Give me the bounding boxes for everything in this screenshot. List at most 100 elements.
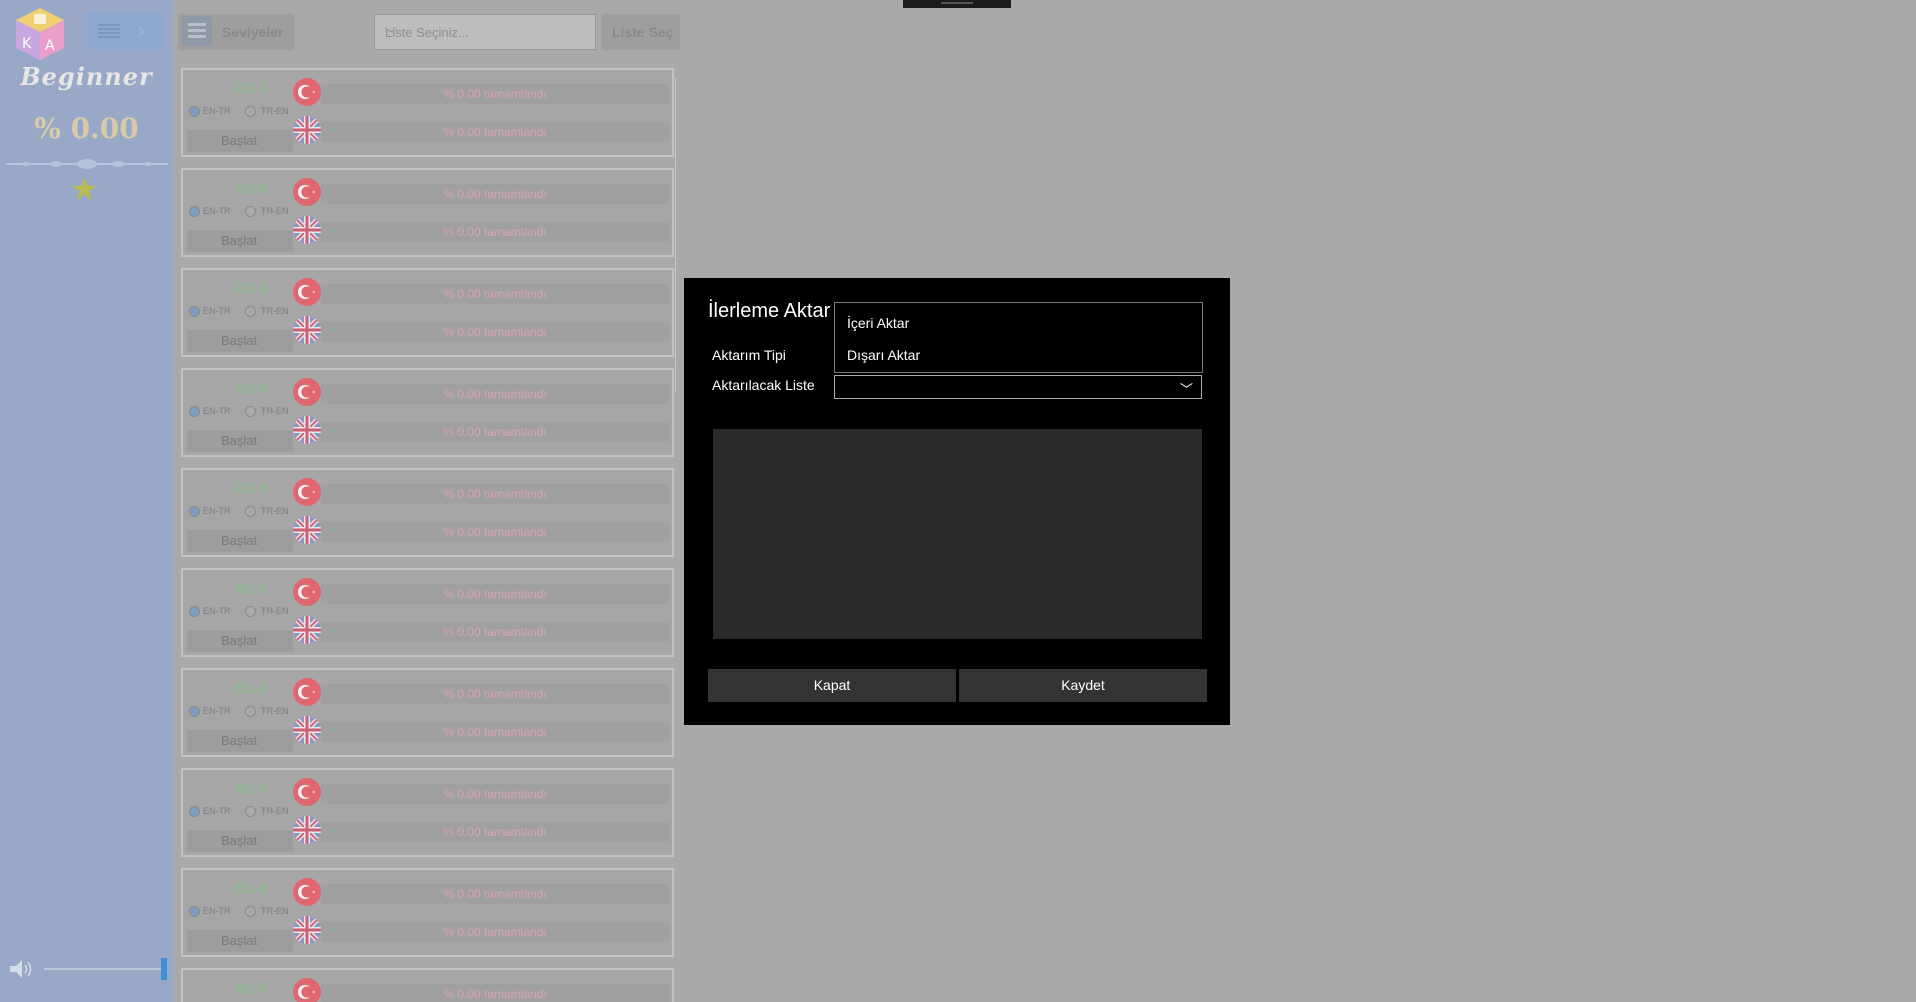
turkish-progress-flag	[293, 78, 321, 106]
radio-tr-en[interactable]	[245, 806, 256, 817]
volume-slider-thumb[interactable]	[161, 958, 167, 980]
list-view-toggle-button[interactable]: ›	[86, 12, 164, 50]
list-select-dropdown[interactable]: Liste Seçiniz... ﹀	[374, 14, 596, 50]
chevron-down-icon: ﹀	[1179, 382, 1193, 397]
radio-en-tr[interactable]	[189, 306, 200, 317]
english-progress-text: % 0.00 tamamlandı	[443, 225, 547, 239]
close-button[interactable]: Kapat	[708, 669, 956, 702]
start-button[interactable]: Başlat	[187, 730, 293, 752]
radio-en-tr-label: EN-TR	[203, 606, 231, 616]
level-title: Beginner	[20, 62, 153, 91]
english-progress-bar: % 0.00 tamamlandı	[321, 622, 669, 642]
level-card: B1-2 EN-TR TR-EN Başlat % 0.00 tamamlandı % 0…	[181, 668, 674, 757]
turkish-progress-text: % 0.00 tamamlandı	[443, 687, 547, 701]
english-progress-flag	[293, 416, 321, 444]
radio-en-tr[interactable]	[189, 106, 200, 117]
level-card: A2-1 EN-TR TR-EN Başlat % 0.00 tamamlandı % 0…	[181, 68, 674, 157]
turkey-flag-icon	[298, 985, 315, 999]
turkish-progress-bar: % 0.00 tamamlandı	[321, 584, 669, 604]
start-button-label: Başlat	[221, 633, 258, 648]
radio-en-tr[interactable]	[189, 206, 200, 217]
turkish-progress-text: % 0.00 tamamlandı	[443, 987, 547, 1001]
turkish-progress-flag	[293, 878, 321, 906]
english-progress-bar: % 0.00 tamamlandı	[321, 722, 669, 742]
scrollbar-track[interactable]	[675, 78, 676, 392]
list-select-button[interactable]: Liste Seç	[602, 14, 680, 50]
radio-en-tr-label: EN-TR	[203, 906, 231, 916]
turkish-progress-bar: % 0.00 tamamlandı	[321, 784, 669, 804]
turkey-flag-icon	[298, 585, 315, 599]
start-button[interactable]: Başlat	[187, 530, 293, 552]
english-progress-text: % 0.00 tamamlandı	[443, 425, 547, 439]
english-progress-bar: % 0.00 tamamlandı	[321, 422, 669, 442]
radio-tr-en-label: TR-EN	[261, 206, 289, 216]
radio-en-tr[interactable]	[189, 806, 200, 817]
target-list-combobox[interactable]: ﹀	[834, 375, 1202, 399]
level-code: B1-1	[234, 580, 268, 597]
uk-flag-icon	[293, 116, 321, 144]
english-progress-text: % 0.00 tamamlandı	[443, 825, 547, 839]
radio-tr-en[interactable]	[245, 406, 256, 417]
start-button[interactable]: Başlat	[187, 230, 293, 252]
turkey-flag-icon	[298, 285, 315, 299]
option-export[interactable]: Dışarı Aktar	[847, 347, 920, 363]
turkish-progress-text: % 0.00 tamamlandı	[443, 87, 547, 101]
turkey-flag-icon	[298, 385, 315, 399]
start-button-label: Başlat	[221, 233, 258, 248]
start-button[interactable]: Başlat	[187, 830, 293, 852]
turkey-flag-icon	[298, 785, 315, 799]
radio-tr-en[interactable]	[245, 306, 256, 317]
uk-flag-icon	[293, 516, 321, 544]
svg-text:K: K	[22, 36, 32, 52]
uk-flag-icon	[293, 816, 321, 844]
turkish-progress-flag	[293, 278, 321, 306]
levels-menu-button[interactable]: Seviyeler	[178, 14, 294, 50]
radio-tr-en[interactable]	[245, 906, 256, 917]
window-drag-handle[interactable]	[903, 0, 1011, 8]
turkish-progress-bar: % 0.00 tamamlandı	[321, 284, 669, 304]
english-progress-flag	[293, 116, 321, 144]
start-button[interactable]: Başlat	[187, 130, 293, 152]
start-button-label: Başlat	[221, 433, 258, 448]
transfer-data-textarea[interactable]	[713, 429, 1202, 639]
radio-en-tr-label: EN-TR	[203, 106, 231, 116]
speaker-icon[interactable]	[8, 958, 36, 980]
turkish-progress-flag	[293, 778, 321, 806]
start-button[interactable]: Başlat	[187, 930, 293, 952]
english-progress-flag	[293, 616, 321, 644]
level-card: B1-3 EN-TR TR-EN Başlat % 0.00 tamamlandı % 0…	[181, 768, 674, 857]
radio-tr-en[interactable]	[245, 606, 256, 617]
turkish-progress-bar: % 0.00 tamamlandı	[321, 484, 669, 504]
turkish-progress-flag	[293, 578, 321, 606]
radio-tr-en-label: TR-EN	[261, 506, 289, 516]
radio-tr-en[interactable]	[245, 706, 256, 717]
uk-flag-icon	[293, 416, 321, 444]
start-button-label: Başlat	[221, 933, 258, 948]
turkish-progress-text: % 0.00 tamamlandı	[443, 387, 547, 401]
radio-tr-en-label: TR-EN	[261, 606, 289, 616]
start-button[interactable]: Başlat	[187, 630, 293, 652]
radio-en-tr[interactable]	[189, 706, 200, 717]
hamburger-icon	[182, 16, 212, 46]
english-progress-text: % 0.00 tamamlandı	[443, 625, 547, 639]
level-code: A2-1	[234, 80, 268, 97]
chevron-right-icon: ›	[138, 20, 145, 42]
radio-en-tr[interactable]	[189, 506, 200, 517]
radio-tr-en[interactable]	[245, 506, 256, 517]
radio-en-tr[interactable]	[189, 906, 200, 917]
turkish-progress-bar: % 0.00 tamamlandı	[321, 184, 669, 204]
radio-tr-en-label: TR-EN	[261, 106, 289, 116]
radio-tr-en-label: TR-EN	[261, 406, 289, 416]
radio-tr-en[interactable]	[245, 206, 256, 217]
option-import[interactable]: İçeri Aktar	[847, 315, 909, 331]
radio-en-tr[interactable]	[189, 606, 200, 617]
radio-en-tr[interactable]	[189, 406, 200, 417]
radio-tr-en-label: TR-EN	[261, 806, 289, 816]
english-progress-flag	[293, 316, 321, 344]
save-button[interactable]: Kaydet	[959, 669, 1207, 702]
start-button[interactable]: Başlat	[187, 430, 293, 452]
start-button[interactable]: Başlat	[187, 330, 293, 352]
radio-tr-en[interactable]	[245, 106, 256, 117]
volume-slider[interactable]	[44, 968, 164, 970]
level-code: B1-5	[234, 980, 268, 997]
